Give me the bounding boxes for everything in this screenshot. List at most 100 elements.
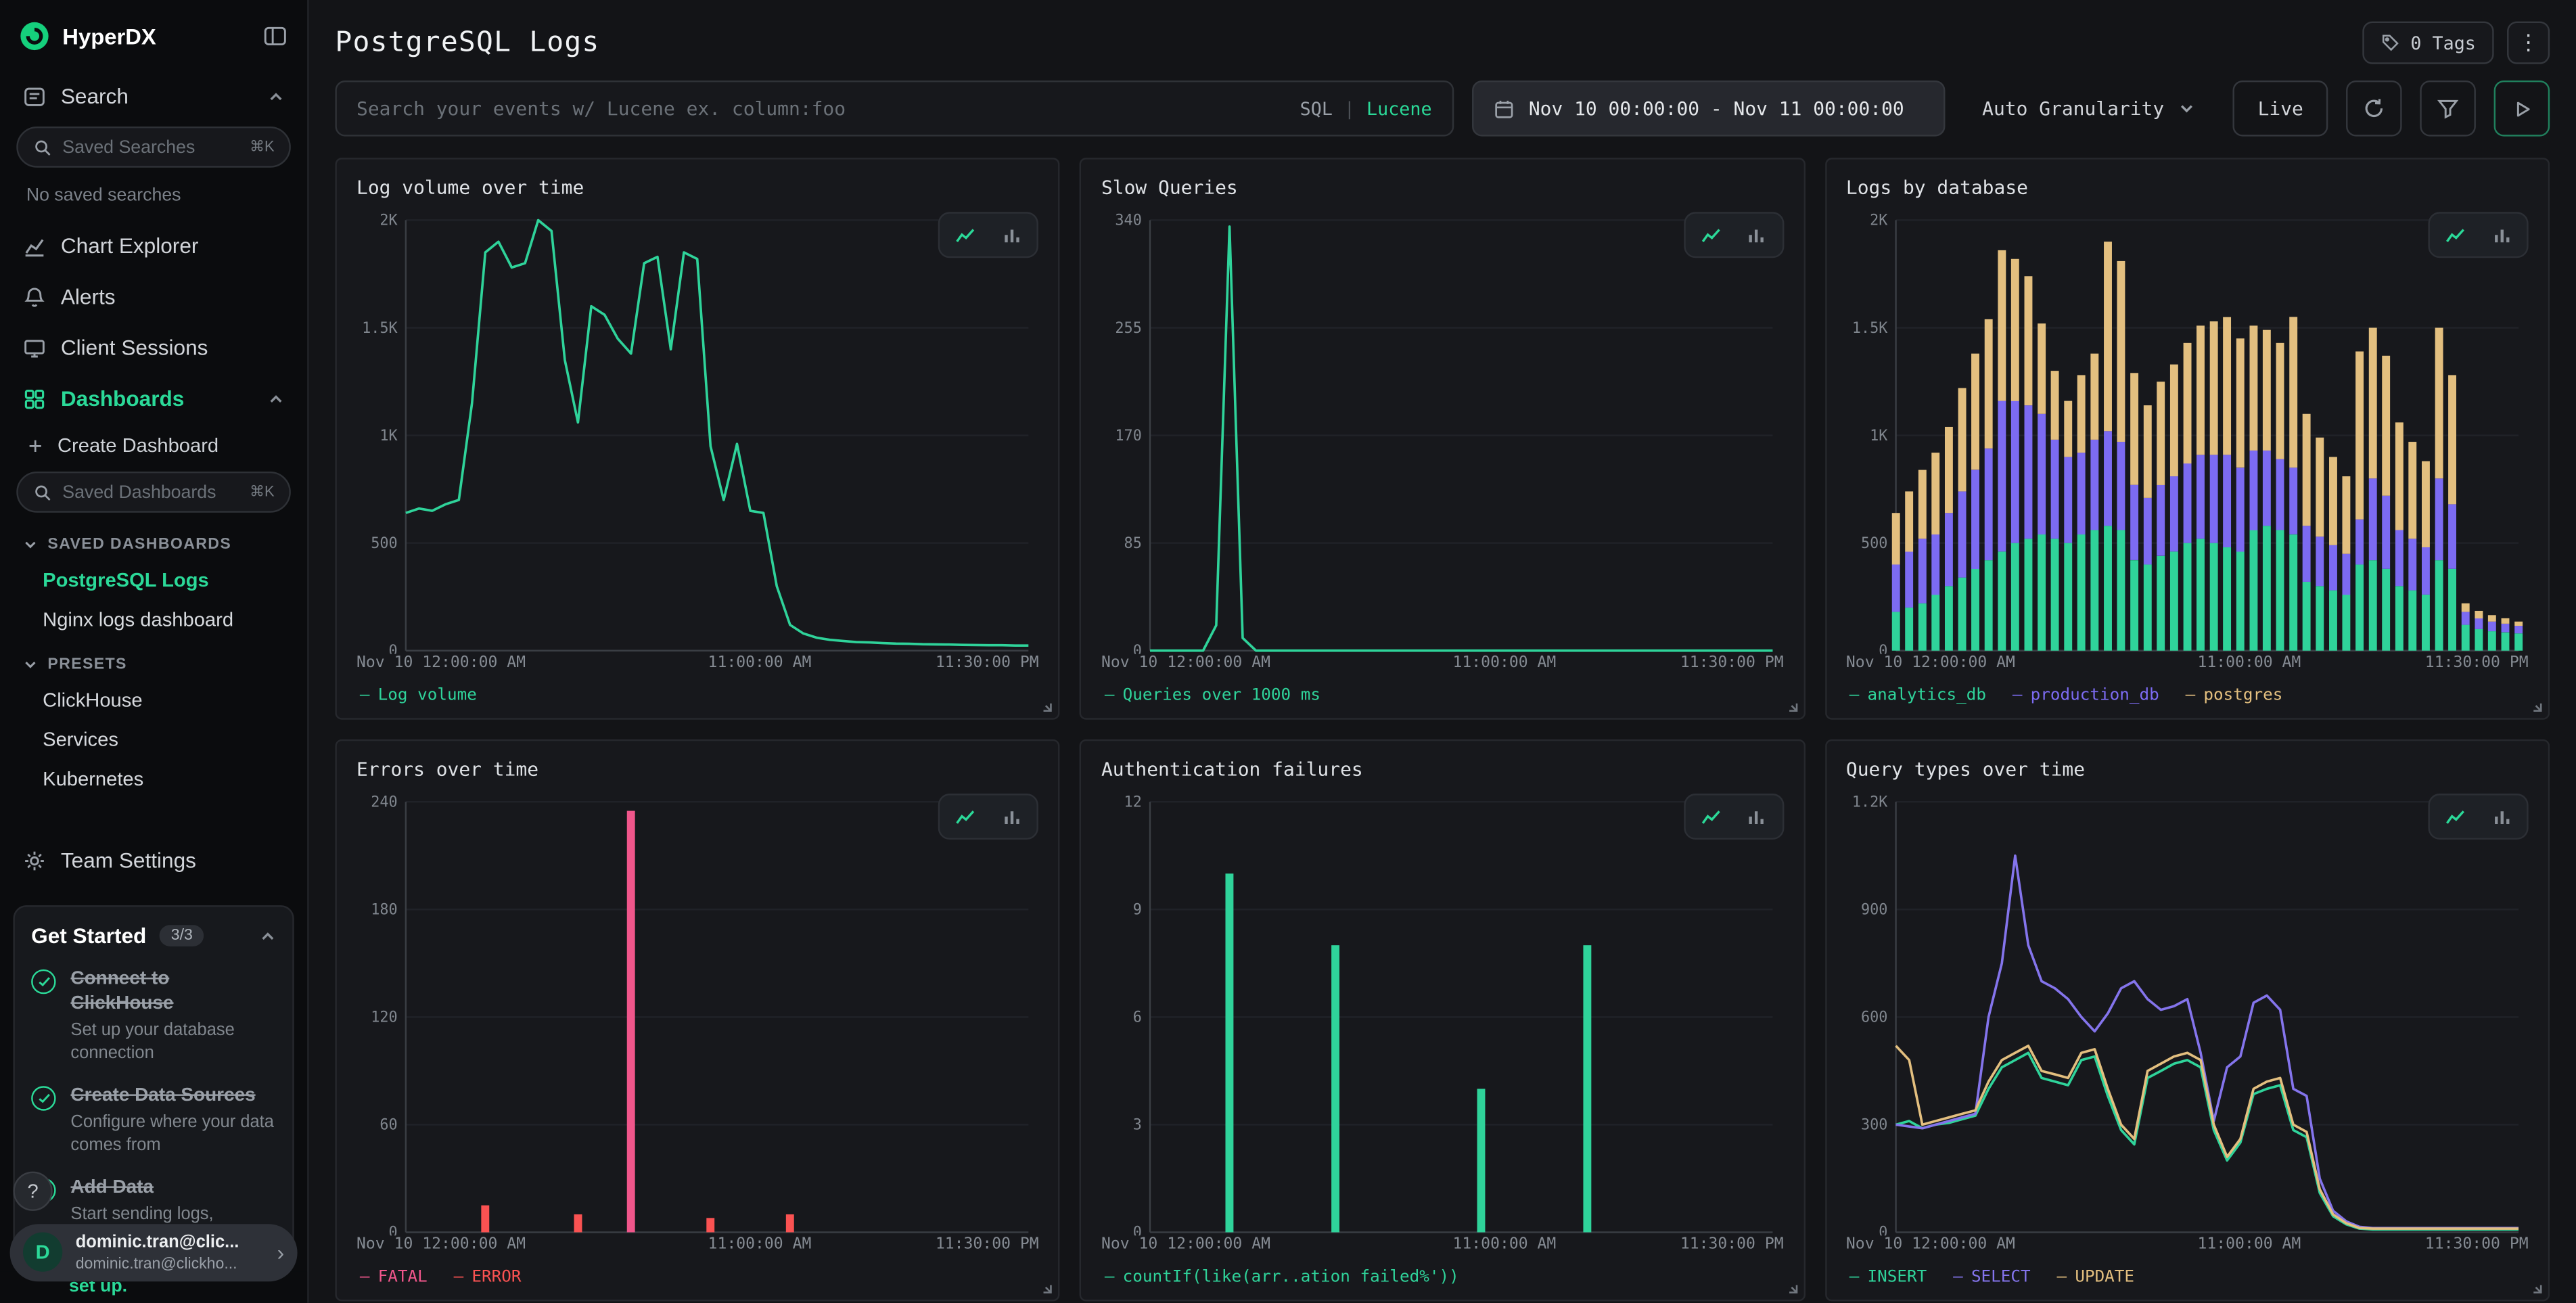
chart-type-toggle xyxy=(939,212,1039,258)
svg-text:500: 500 xyxy=(371,535,397,552)
get-started-header[interactable]: Get Started 3/3 xyxy=(31,923,276,948)
section-presets[interactable]: PRESETS xyxy=(0,639,307,681)
legend-item[interactable]: —ERROR xyxy=(454,1268,522,1287)
avatar: D xyxy=(23,1233,62,1273)
line-chart-icon[interactable] xyxy=(2435,219,2476,252)
create-dashboard-button[interactable]: Create Dashboard xyxy=(0,424,307,467)
legend-item[interactable]: —FATAL xyxy=(360,1268,428,1287)
chart-panel: Errors over time240180120600Nov 10 12:00… xyxy=(335,739,1060,1302)
chart-legend: —analytics_db —production_db —postgres xyxy=(1843,675,2531,710)
sidebar-collapse-icon[interactable] xyxy=(263,24,288,47)
bar-chart-icon[interactable] xyxy=(1736,800,1777,833)
resize-handle-icon[interactable] xyxy=(2529,1280,2544,1295)
x-axis-labels: Nov 10 12:00:00 AM11:00:00 AM11:30:00 PM xyxy=(1843,654,2531,676)
svg-text:9: 9 xyxy=(1134,902,1143,919)
bar-chart-icon[interactable] xyxy=(1736,219,1777,252)
bell-icon xyxy=(23,285,46,308)
resize-handle-icon[interactable] xyxy=(2529,698,2544,713)
get-started-step[interactable]: Create Data Sources Configure where your… xyxy=(31,1084,276,1157)
legend-item[interactable]: —postgres xyxy=(2186,687,2283,705)
bar-chart-icon[interactable] xyxy=(2481,219,2522,252)
chart-svg: 240180120600 xyxy=(353,789,1042,1236)
mode-lucene[interactable]: Lucene xyxy=(1366,98,1432,120)
resize-handle-icon[interactable] xyxy=(1784,698,1799,713)
time-range-value: Nov 10 00:00:00 - Nov 11 00:00:00 xyxy=(1529,97,1904,120)
line-chart-icon[interactable] xyxy=(945,800,986,833)
legend-dash: — xyxy=(2186,687,2196,705)
saved-dashboards-input[interactable] xyxy=(62,482,239,502)
chart-panel: Query types over time1.2K9006003000Nov 1… xyxy=(1824,739,2550,1302)
refresh-button[interactable] xyxy=(2346,81,2402,137)
tags-button[interactable]: 0 Tags xyxy=(2363,22,2494,64)
resize-handle-icon[interactable] xyxy=(1784,1280,1799,1295)
svg-text:180: 180 xyxy=(371,902,397,919)
granularity-select[interactable]: Auto Granularity xyxy=(1962,81,2215,137)
bar-chart-icon[interactable] xyxy=(991,800,1032,833)
sidebar-item-alerts[interactable]: Alerts xyxy=(0,271,307,322)
time-range-picker[interactable]: Nov 10 00:00:00 - Nov 11 00:00:00 xyxy=(1471,81,1944,137)
svg-text:120: 120 xyxy=(371,1009,397,1026)
legend-dash: — xyxy=(1849,687,1860,705)
chevron-up-icon xyxy=(260,928,276,944)
sidebar-item-chart-explorer[interactable]: Chart Explorer xyxy=(0,220,307,271)
svg-text:2K: 2K xyxy=(380,212,398,229)
saved-searches-searchbox[interactable]: ⌘K xyxy=(16,127,291,168)
shortcut-badge: ⌘K xyxy=(250,483,274,501)
section-saved-dashboards[interactable]: SAVED DASHBOARDS xyxy=(0,519,307,560)
legend-item[interactable]: —countIf(like(arr..ation failed%')) xyxy=(1105,1268,1459,1287)
chart-type-toggle xyxy=(939,794,1039,840)
sidebar-item-dashboards[interactable]: Dashboards xyxy=(0,373,307,424)
resize-handle-icon[interactable] xyxy=(1039,698,1054,713)
dashboard-link-postgresql-logs[interactable]: PostgreSQL Logs xyxy=(0,560,307,599)
mode-sql[interactable]: SQL xyxy=(1300,98,1333,120)
dashboard-link-nginx[interactable]: Nginx logs dashboard xyxy=(0,599,307,639)
user-menu[interactable]: D dominic.tran@clic... dominic.tran@clic… xyxy=(10,1224,298,1281)
filter-button[interactable] xyxy=(2420,81,2476,137)
svg-text:1.5K: 1.5K xyxy=(362,320,398,337)
resize-handle-icon[interactable] xyxy=(1039,1280,1054,1295)
saved-searches-input[interactable] xyxy=(62,137,239,157)
legend-item[interactable]: —INSERT xyxy=(1849,1268,1927,1287)
preset-link-services[interactable]: Services xyxy=(0,720,307,759)
legend-dash: — xyxy=(1105,1268,1115,1287)
line-chart-icon[interactable] xyxy=(1690,219,1731,252)
svg-text:1.5K: 1.5K xyxy=(1852,320,1887,337)
bar-chart-icon[interactable] xyxy=(2481,800,2522,833)
x-tick: 11:00:00 AM xyxy=(2197,654,2301,672)
legend-item[interactable]: —UPDATE xyxy=(2057,1268,2135,1287)
legend-item[interactable]: —SELECT xyxy=(1953,1268,2031,1287)
legend-item[interactable]: —Queries over 1000 ms xyxy=(1105,687,1320,705)
chart-area: 2K1.5K1K5000 xyxy=(353,207,1042,654)
search-input[interactable] xyxy=(356,97,1287,120)
chart-svg: 1.2K9006003000 xyxy=(1843,789,2531,1236)
saved-dashboards-searchbox[interactable]: ⌘K xyxy=(16,472,291,513)
chart-svg: 129630 xyxy=(1098,789,1787,1236)
svg-text:500: 500 xyxy=(1860,535,1887,552)
sidebar-item-search[interactable]: Search xyxy=(0,70,307,121)
sidebar-item-client-sessions[interactable]: Client Sessions xyxy=(0,322,307,373)
chart-area: 2K1.5K1K5000 xyxy=(1843,207,2531,654)
section-title: PRESETS xyxy=(47,656,127,674)
legend-item[interactable]: —Log volume xyxy=(360,687,477,705)
get-started-step[interactable]: Connect to ClickHouse Set up your databa… xyxy=(31,967,276,1065)
sidebar-item-team-settings[interactable]: Team Settings xyxy=(0,835,307,886)
live-button[interactable]: Live xyxy=(2233,81,2328,137)
svg-text:300: 300 xyxy=(1860,1117,1887,1134)
preset-link-clickhouse[interactable]: ClickHouse xyxy=(0,680,307,719)
preset-link-kubernetes[interactable]: Kubernetes xyxy=(0,759,307,798)
svg-text:900: 900 xyxy=(1860,902,1887,919)
panel-menu-button[interactable]: ⋮ xyxy=(2507,22,2550,64)
event-searchbox[interactable]: SQL | Lucene xyxy=(335,81,1453,137)
help-button[interactable]: ? xyxy=(13,1172,52,1211)
line-chart-icon[interactable] xyxy=(1690,800,1731,833)
create-dashboard-label: Create Dashboard xyxy=(58,434,218,457)
line-chart-icon[interactable] xyxy=(2435,800,2476,833)
chart-svg: 2K1.5K1K5000 xyxy=(353,207,1042,654)
svg-text:0: 0 xyxy=(1134,643,1143,654)
legend-item[interactable]: —analytics_db xyxy=(1849,687,1986,705)
bar-chart-icon[interactable] xyxy=(991,219,1032,252)
run-query-button[interactable] xyxy=(2494,81,2550,137)
line-chart-icon[interactable] xyxy=(945,219,986,252)
sidebar-item-label: Alerts xyxy=(61,284,116,308)
legend-item[interactable]: —production_db xyxy=(2013,687,2159,705)
